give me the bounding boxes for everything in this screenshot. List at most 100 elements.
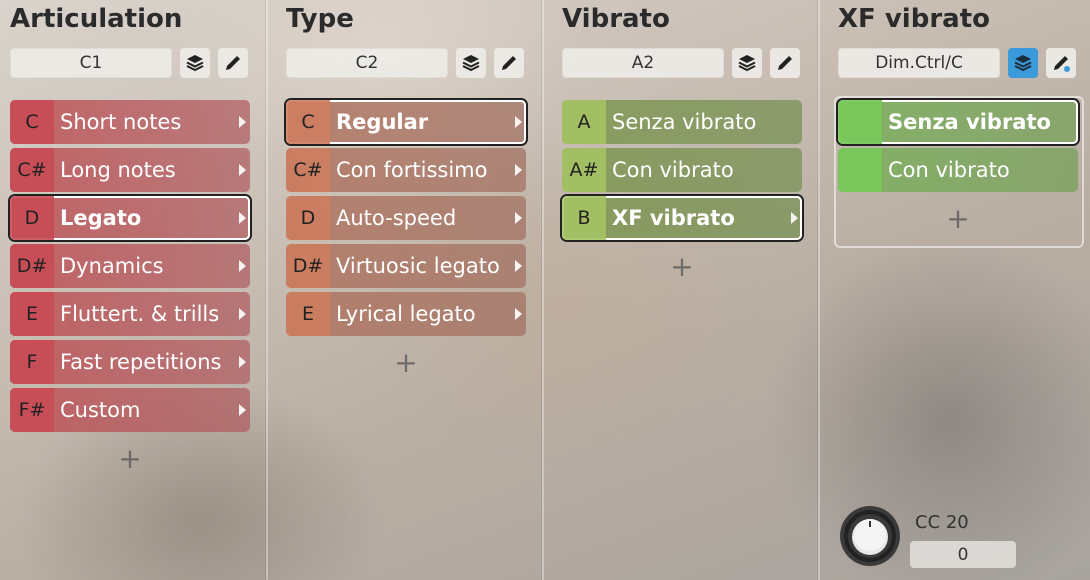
layers-button[interactable] bbox=[456, 48, 486, 78]
chevron-right-icon bbox=[239, 116, 246, 128]
key-switch-field[interactable]: A2 bbox=[562, 48, 724, 78]
list-item[interactable]: A# Con vibrato bbox=[562, 148, 802, 192]
item-label: XF vibrato bbox=[612, 206, 735, 230]
color-swatch bbox=[838, 100, 882, 144]
layers-button[interactable] bbox=[732, 48, 762, 78]
item-label: Senza vibrato bbox=[612, 110, 757, 134]
xf-vibrato-list: Senza vibrato Con vibrato + bbox=[838, 100, 1078, 240]
cc-knob[interactable] bbox=[838, 504, 902, 568]
item-label: Senza vibrato bbox=[888, 110, 1051, 134]
pencil-icon bbox=[226, 56, 240, 70]
key-label: A bbox=[562, 100, 606, 144]
list-item[interactable]: E Lyrical legato bbox=[286, 292, 526, 336]
list-item[interactable]: D# Virtuosic legato bbox=[286, 244, 526, 288]
add-item-button[interactable]: + bbox=[838, 196, 1078, 240]
list-item[interactable]: A Senza vibrato bbox=[562, 100, 802, 144]
chevron-right-icon bbox=[239, 212, 246, 224]
list-item[interactable]: C# Con fortissimo bbox=[286, 148, 526, 192]
vibrato-column: Vibrato A2 A Senza vibrato A# Con vibrato … bbox=[552, 0, 818, 580]
key-label: D bbox=[286, 196, 330, 240]
chevron-right-icon bbox=[239, 308, 246, 320]
pencil-icon bbox=[778, 56, 792, 70]
item-label: Con fortissimo bbox=[336, 158, 488, 182]
key-label: E bbox=[10, 292, 54, 336]
xf-vibrato-column: XF vibrato Dim.Ctrl/C Senza vibrato Con … bbox=[828, 0, 1090, 580]
key-label: C# bbox=[286, 148, 330, 192]
layers-button[interactable] bbox=[180, 48, 210, 78]
layers-icon bbox=[186, 55, 204, 72]
item-label: Virtuosic legato bbox=[336, 254, 500, 278]
pencil-icon bbox=[502, 56, 516, 70]
articulation-column: Articulation C1 C Short notes C# Long note… bbox=[0, 0, 266, 580]
chevron-right-icon bbox=[515, 260, 522, 272]
key-label: A# bbox=[562, 148, 606, 192]
edit-button[interactable] bbox=[218, 48, 248, 78]
item-label: Long notes bbox=[60, 158, 176, 182]
column-divider bbox=[266, 0, 268, 580]
list-item-selected[interactable]: D Legato bbox=[10, 196, 250, 240]
list-item[interactable]: E Fluttert. & trills bbox=[10, 292, 250, 336]
item-label: Lyrical legato bbox=[336, 302, 476, 326]
list-item[interactable]: Con vibrato bbox=[838, 148, 1078, 192]
item-label: Con vibrato bbox=[612, 158, 734, 182]
layers-icon bbox=[1014, 55, 1032, 72]
vibrato-list: A Senza vibrato A# Con vibrato B XF vibrato… bbox=[562, 100, 802, 288]
key-switch-field[interactable]: C2 bbox=[286, 48, 448, 78]
chevron-right-icon bbox=[515, 212, 522, 224]
chevron-right-icon bbox=[239, 164, 246, 176]
key-label: B bbox=[562, 196, 606, 240]
type-column: Type C2 C Regular C# Con fortissimo D Auto-… bbox=[276, 0, 542, 580]
item-label: Fast repetitions bbox=[60, 350, 222, 374]
controller-source-field[interactable]: Dim.Ctrl/C bbox=[838, 48, 1000, 78]
key-label: D bbox=[10, 196, 54, 240]
item-label: Con vibrato bbox=[888, 158, 1010, 182]
color-swatch bbox=[838, 148, 882, 192]
add-item-button[interactable]: + bbox=[10, 436, 250, 480]
column-title: Articulation bbox=[10, 4, 183, 34]
type-list: C Regular C# Con fortissimo D Auto-speed D#… bbox=[286, 100, 526, 384]
chevron-right-icon bbox=[515, 164, 522, 176]
chevron-right-icon bbox=[239, 404, 246, 416]
list-item[interactable]: F# Custom bbox=[10, 388, 250, 432]
item-label: Custom bbox=[60, 398, 141, 422]
list-item[interactable]: D# Dynamics bbox=[10, 244, 250, 288]
key-label: C bbox=[286, 100, 330, 144]
chevron-right-icon bbox=[239, 356, 246, 368]
edit-button[interactable] bbox=[494, 48, 524, 78]
cc-value-field[interactable]: 0 bbox=[910, 541, 1016, 568]
column-divider bbox=[818, 0, 820, 580]
layers-button[interactable] bbox=[1008, 48, 1038, 78]
layers-icon bbox=[738, 55, 756, 72]
add-item-button[interactable]: + bbox=[286, 340, 526, 384]
key-label: C bbox=[10, 100, 54, 144]
key-label: E bbox=[286, 292, 330, 336]
edit-button[interactable] bbox=[770, 48, 800, 78]
key-switch-field[interactable]: C1 bbox=[10, 48, 172, 78]
chevron-right-icon bbox=[515, 308, 522, 320]
item-label: Fluttert. & trills bbox=[60, 302, 220, 326]
list-item-selected[interactable]: B XF vibrato bbox=[562, 196, 802, 240]
key-label: F bbox=[10, 340, 54, 384]
knob-icon bbox=[840, 506, 900, 566]
column-divider bbox=[542, 0, 544, 580]
chevron-right-icon bbox=[791, 212, 798, 224]
cc-label: CC 20 bbox=[915, 512, 969, 533]
item-label: Auto-speed bbox=[336, 206, 457, 230]
column-title: Vibrato bbox=[562, 4, 670, 34]
list-item[interactable]: D Auto-speed bbox=[286, 196, 526, 240]
column-title: Type bbox=[286, 4, 354, 34]
edit-button[interactable] bbox=[1046, 48, 1076, 78]
list-item[interactable]: C# Long notes bbox=[10, 148, 250, 192]
list-item-selected[interactable]: C Regular bbox=[286, 100, 526, 144]
key-label: D# bbox=[286, 244, 330, 288]
list-item[interactable]: F Fast repetitions bbox=[10, 340, 250, 384]
item-label: Short notes bbox=[60, 110, 182, 134]
articulation-list: C Short notes C# Long notes D Legato D# Dyna… bbox=[10, 100, 250, 480]
list-item-selected[interactable]: Senza vibrato bbox=[838, 100, 1078, 144]
list-item[interactable]: C Short notes bbox=[10, 100, 250, 144]
chevron-right-icon bbox=[515, 116, 522, 128]
item-label: Regular bbox=[336, 110, 429, 134]
add-item-button[interactable]: + bbox=[562, 244, 802, 288]
pencil-icon bbox=[1054, 56, 1070, 72]
key-label: C# bbox=[10, 148, 54, 192]
